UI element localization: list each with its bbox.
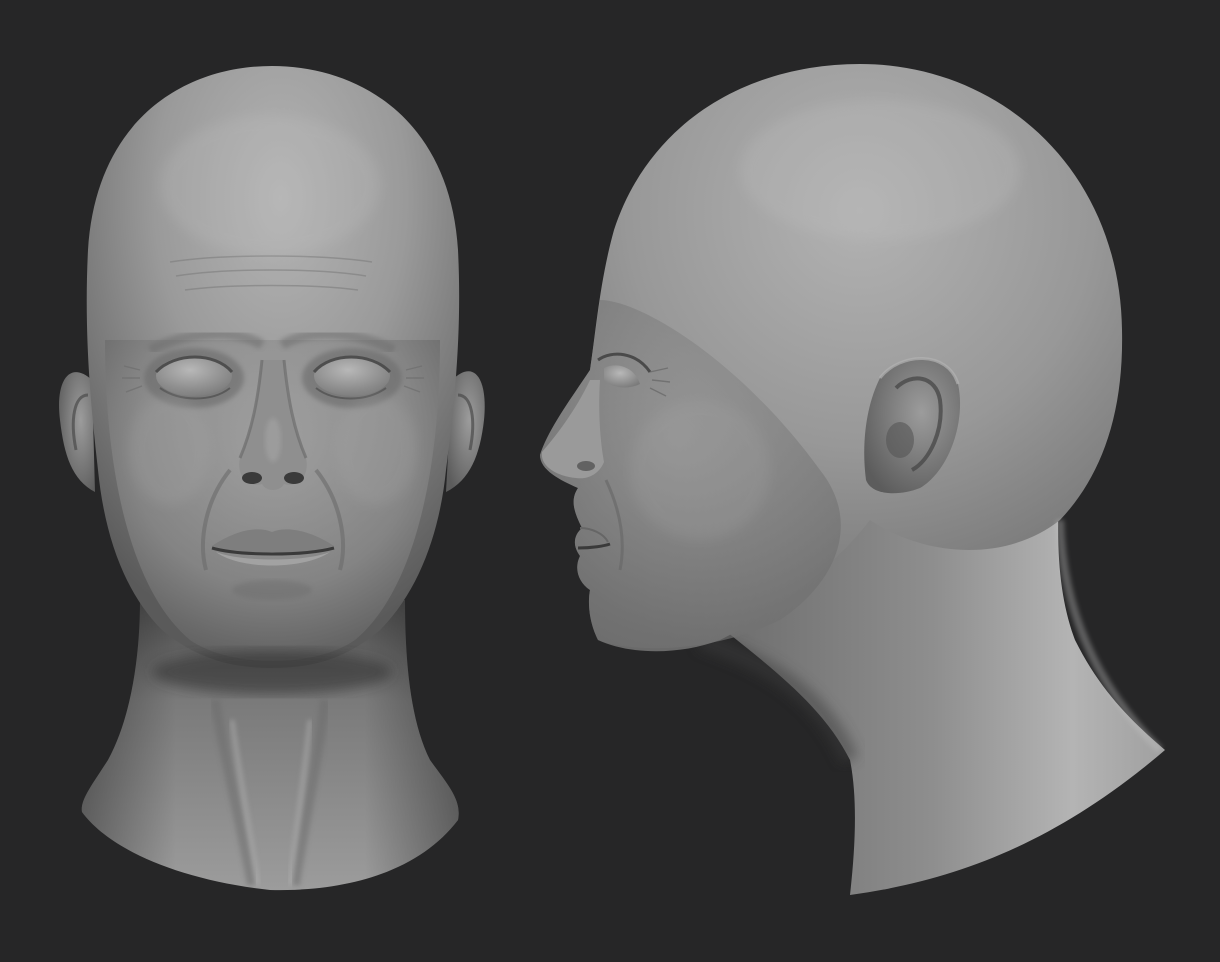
sculpt-render-canvas — [0, 0, 1220, 962]
side-nose — [541, 380, 604, 479]
side-view — [540, 64, 1165, 895]
render-svg — [59, 64, 1165, 895]
left-ear — [59, 372, 95, 492]
